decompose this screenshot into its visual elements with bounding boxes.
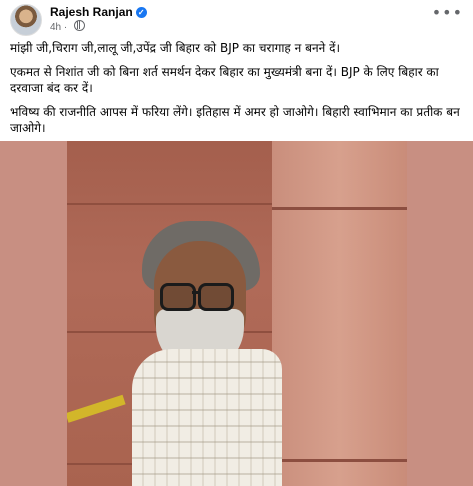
post-photo[interactable] bbox=[0, 141, 473, 486]
verified-badge-icon: ✓ bbox=[135, 7, 147, 18]
post-paragraph-3: भविष्य की राजनीति आपस में फरिया लेंगे। इ… bbox=[10, 104, 460, 136]
sandstone-pillar bbox=[272, 141, 407, 486]
post-time[interactable]: 4h bbox=[50, 22, 61, 33]
post-paragraph-2: एकमत से निशांत जी को बिना शर्त समर्थन दे… bbox=[10, 64, 439, 96]
post-text: मांझी जी,चिराग जी,लालू जी,उपेंद्र जी बिह… bbox=[10, 40, 463, 144]
globe-icon bbox=[74, 20, 86, 31]
post-meta: 4h · bbox=[50, 20, 86, 33]
post-header: Rajesh Ranjan ✓ 4h · ••• bbox=[10, 2, 465, 36]
photo-content bbox=[67, 141, 407, 486]
author-name[interactable]: Rajesh Ranjan bbox=[50, 5, 133, 19]
more-options-icon[interactable]: ••• bbox=[432, 5, 463, 21]
author-name-row: Rajesh Ranjan ✓ bbox=[50, 5, 147, 19]
checkered-shawl bbox=[132, 349, 282, 486]
man-with-glasses bbox=[132, 219, 282, 486]
post-paragraph-1: मांझी जी,चिराग जी,लालू जी,उपेंद्र जी बिह… bbox=[10, 41, 341, 55]
facebook-post: Rajesh Ranjan ✓ 4h · ••• मांझी जी,चिराग ज… bbox=[0, 0, 473, 486]
author-avatar[interactable] bbox=[10, 4, 42, 36]
